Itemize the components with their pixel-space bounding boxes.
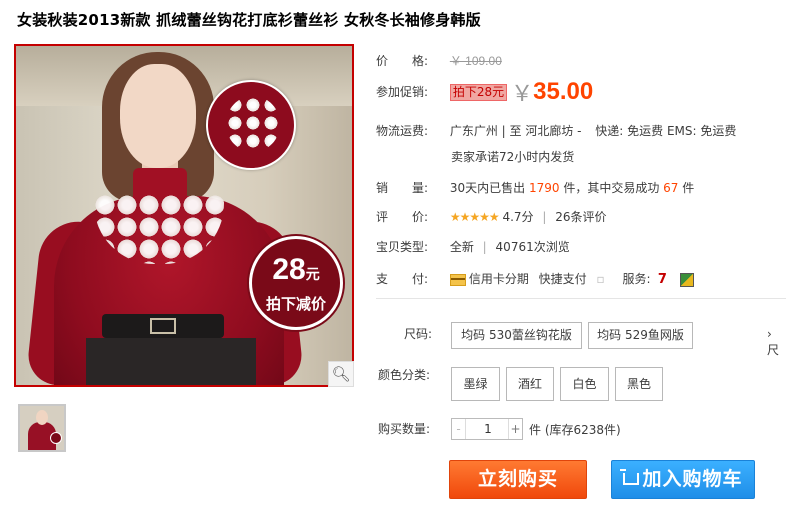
quantity-decrease-button[interactable]: - [452, 419, 466, 439]
sales-row: 销 量: 30天内已售出 1790 件，其中交易成功 67 件 [376, 179, 694, 196]
sold-count: 1790 [528, 181, 560, 195]
discount-badge: 28元 拍下减价 [249, 236, 343, 330]
quick-pay-link[interactable]: 快捷支付 [539, 272, 587, 286]
section-divider [376, 298, 786, 299]
color-label: 颜色分类: [378, 368, 431, 382]
rating-row: 评 价: ★★★★★ 4.7分 | 26条评价 [376, 208, 607, 225]
service-guarantee-icon[interactable] [680, 272, 695, 287]
more-sizes-link[interactable]: › 尺 [767, 327, 786, 358]
add-to-cart-button[interactable]: 加入购物车 [611, 460, 755, 499]
sales-prefix: 30天内已售出 [449, 181, 526, 195]
zoom-icon[interactable]: 🔍︎ [328, 361, 354, 387]
color-option-dark-green[interactable]: 墨绿 [451, 367, 500, 401]
installment-link[interactable]: 信用卡分期 [469, 272, 529, 286]
review-count-link[interactable]: 26条评价 [555, 210, 606, 224]
currency-symbol: ￥ [511, 81, 534, 106]
service-label: 服务: [622, 272, 651, 286]
view-count: 40761次浏览 [495, 240, 570, 254]
item-type-separator: | [482, 240, 487, 254]
color-option-white[interactable]: 白色 [560, 367, 609, 401]
size-option-529[interactable]: 均码 529鱼网版 [588, 322, 693, 349]
shipping-promise: 卖家承诺72小时内发货 [451, 150, 575, 164]
sales-suffix: 件 [682, 181, 695, 195]
rating-separator: | [542, 210, 547, 224]
rating-label: 评 价: [376, 210, 429, 224]
item-type-row: 宝贝类型: 全新 | 40761次浏览 [376, 238, 570, 255]
seven-day-return-icon[interactable]: 7 [654, 272, 670, 288]
color-option-wine-red[interactable]: 酒红 [506, 367, 554, 401]
model-face [120, 64, 196, 168]
buy-now-label: 立刻购买 [477, 468, 558, 490]
shipping-fees: 快递: 免运费 EMS: 免运费 [595, 124, 737, 138]
promo-row: 参加促销: 拍下28元 ￥35.00 [376, 76, 593, 108]
price-label: 价 格: [376, 54, 429, 68]
quantity-input[interactable]: 1 [466, 419, 510, 439]
quantity-label: 购买数量: [378, 422, 431, 436]
item-type-label: 宝贝类型: [376, 240, 429, 254]
cart-icon [620, 468, 640, 485]
item-condition: 全新 [449, 240, 474, 254]
shipping-route[interactable]: 广东广州 | 至 河北廊坊 - [450, 124, 582, 138]
quick-pay-info-icon[interactable]: ▫ [597, 272, 605, 286]
discount-badge-number: 28 [272, 253, 306, 286]
price-row: 价 格: ￥ 109.00 [376, 52, 502, 69]
stock-info: 件 (库存6238件) [529, 423, 621, 437]
size-label: 尺码: [404, 327, 433, 341]
promo-price: 35.00 [533, 78, 594, 105]
shipping-label: 物流运费: [376, 124, 429, 138]
quantity-stepper[interactable]: - 1 + [451, 418, 523, 440]
buy-now-button[interactable]: 立刻购买 [449, 460, 587, 499]
payment-label: 支 付: [376, 272, 429, 286]
shipping-row: 物流运费: 广东广州 | 至 河北廊坊 - 快递: 免运费 EMS: 免运费 [376, 122, 736, 139]
size-option-530[interactable]: 均码 530蕾丝钩花版 [451, 322, 582, 349]
model-pants [86, 338, 256, 385]
payment-row: 支 付: 信用卡分期 快捷支付 ▫ 服务: 7 [376, 270, 695, 288]
promo-tag: 拍下28元 [449, 83, 508, 101]
product-title: 女装秋装2013新款 抓绒蕾丝钩花打底衫蕾丝衫 女秋冬长袖修身韩版 [17, 11, 481, 29]
promo-label: 参加促销: [376, 84, 429, 99]
original-price: ￥ 109.00 [449, 54, 502, 68]
star-rating-icon: ★★★★★ [449, 210, 500, 224]
sales-mid: 件，其中交易成功 [563, 181, 660, 195]
lace-closeup-badge [206, 80, 296, 170]
color-option-black[interactable]: 黑色 [615, 367, 663, 401]
discount-badge-text: 拍下减价 [265, 295, 326, 313]
discount-badge-unit: 元 [305, 266, 320, 282]
rating-score: 4.7分 [502, 210, 534, 224]
success-count: 67 [663, 181, 679, 195]
thumbnail-image[interactable] [18, 404, 66, 452]
main-product-image[interactable]: 28元 拍下减价 [14, 44, 354, 387]
credit-card-icon [449, 273, 466, 286]
belt-buckle [150, 318, 176, 334]
sales-label: 销 量: [376, 181, 429, 195]
quantity-increase-button[interactable]: + [508, 419, 522, 439]
add-to-cart-label: 加入购物车 [642, 468, 743, 490]
